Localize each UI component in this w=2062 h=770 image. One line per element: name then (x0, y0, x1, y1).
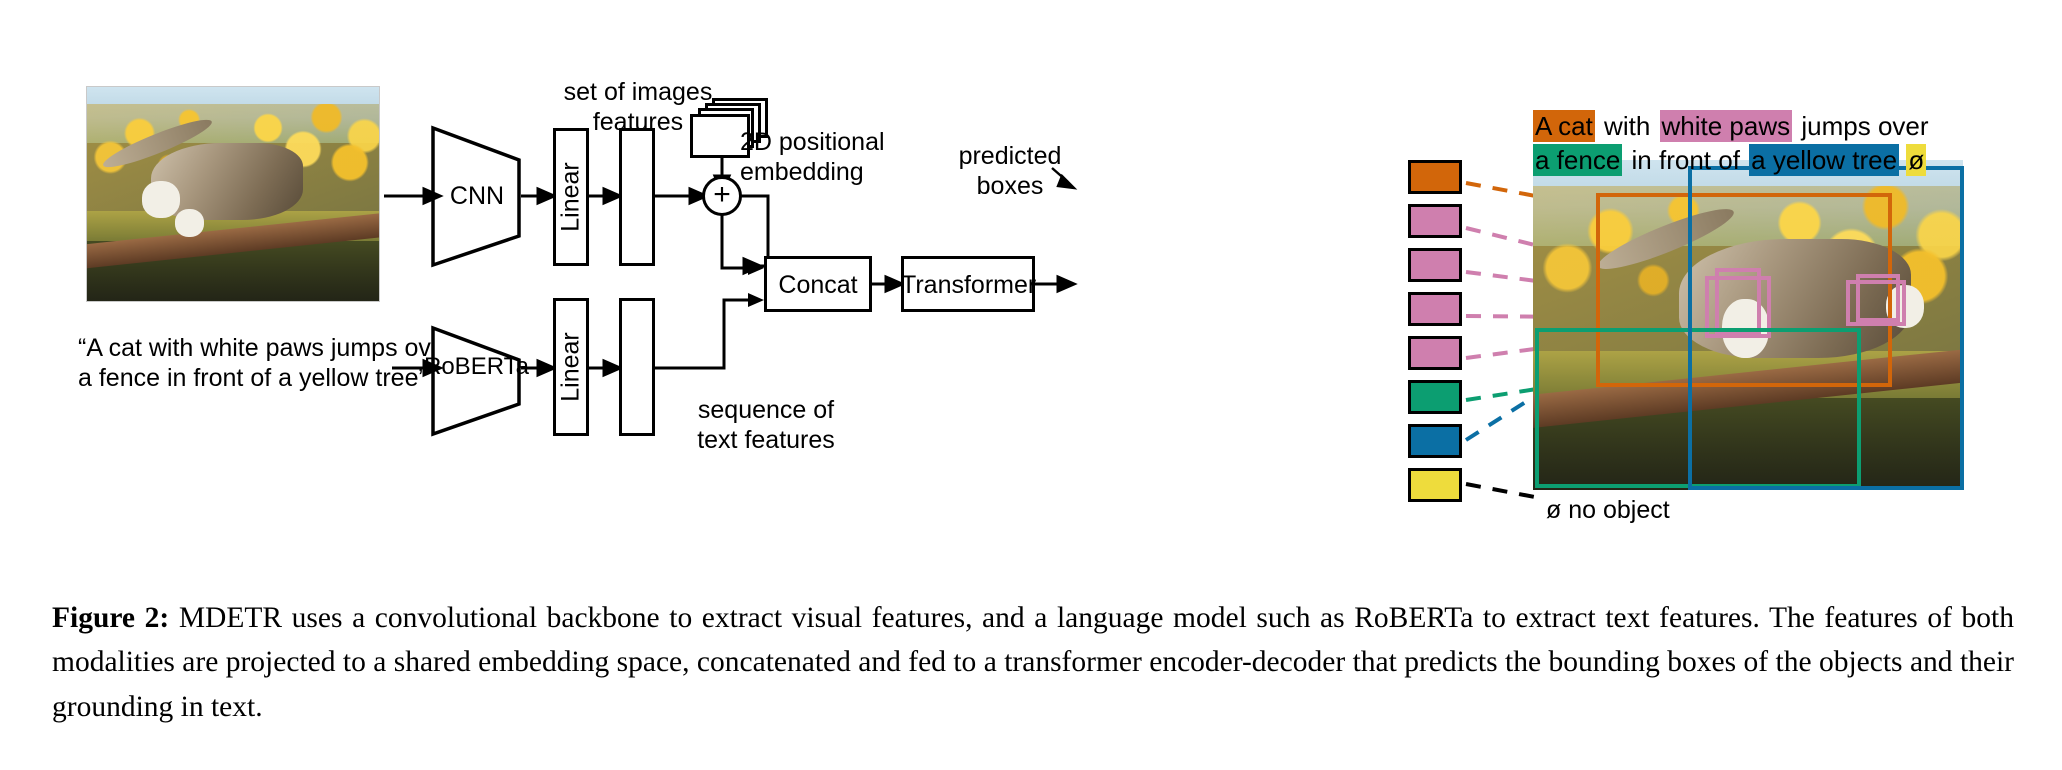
arrow-image-features-to-sum (653, 186, 710, 206)
predicted-box-swatch[interactable] (1408, 468, 1462, 502)
roberta-label: RoBERTa (424, 353, 529, 380)
arrow-linear-to-text-features (588, 358, 624, 378)
arrow-text-features-to-concat (653, 298, 752, 370)
input-text-value: “A cat with white paws jumps over a fenc… (78, 334, 454, 392)
predicted-box-swatch[interactable] (1408, 248, 1462, 282)
linear-image-label: Linear (556, 162, 585, 232)
arrow-concat-to-transformer (872, 274, 906, 294)
concat-label: Concat (778, 271, 858, 299)
plus-icon: + (713, 178, 731, 211)
sum-node: + (702, 176, 742, 216)
predicted-box-swatch[interactable] (1408, 292, 1462, 326)
grounded-span-in-front-of: in front of (1624, 144, 1748, 175)
arrow-text-features-to-concat-head (748, 293, 764, 307)
grounded-caption-line-1: A cat with white paws jumps over (1533, 110, 2062, 144)
cnn-label: CNN (449, 182, 505, 210)
predicted-box-swatch[interactable] (1408, 380, 1462, 414)
input-text-caption: “A cat with white paws jumps over a fenc… (78, 334, 453, 393)
grounded-span-no-object: ø (1906, 143, 1927, 176)
predicted-box-swatch[interactable] (1408, 204, 1462, 238)
arrow-transformer-to-predicted-boxes (1035, 274, 1078, 294)
grounded-caption: A cat with white paws jumps over a fence… (1533, 110, 2062, 178)
arrow-cnn-to-linear (521, 186, 558, 206)
photo-cat-paw (142, 181, 181, 218)
no-object-label: ø no object (1546, 496, 1670, 524)
sequence-of-text-features-label: sequence of text features (697, 396, 835, 454)
grounded-span-a-yellow-tree: a yellow tree (1749, 143, 1900, 176)
text-features-bar (619, 298, 655, 436)
predicted-box-swatch[interactable] (1408, 424, 1462, 458)
transformer-label: Transformer (901, 271, 1037, 299)
image-features-bar (619, 128, 655, 266)
arrow-image-path-to-concat-head (748, 261, 764, 275)
output-image-photo (1533, 160, 1963, 490)
grounded-caption-line-2: a fence in front of a yellow tree ø (1533, 143, 2062, 178)
predicted-boxes-label: predicted boxes (958, 142, 1062, 200)
connector-no-object (1465, 482, 1541, 500)
input-image-photo (86, 86, 380, 302)
predicted-boxes-swatch-column (1408, 160, 1472, 502)
figure-caption-text: MDETR uses a convolutional backbone to e… (52, 602, 2015, 723)
grounded-span-a-cat: A cat (1533, 110, 1595, 142)
photo-cat-paw (1885, 285, 1925, 329)
photo-cat-paw (174, 208, 204, 237)
grounded-span-white-paws: white paws (1659, 110, 1793, 142)
arrow-image-to-cnn (384, 186, 444, 206)
grounded-span-jumps-over: jumps over (1794, 111, 1929, 141)
predicted-box-swatch[interactable] (1408, 336, 1462, 370)
arrow-image-path-to-concat (720, 212, 752, 270)
photo-cat-paw (1722, 298, 1770, 358)
grounded-span-with: with (1596, 111, 1658, 141)
grounded-span-a-fence: a fence (1533, 143, 1623, 176)
predicted-box-swatch[interactable] (1408, 160, 1462, 194)
figure-number: Figure 2: (52, 602, 170, 634)
figure-2-mdetr-architecture: “A cat with white paws jumps over a fenc… (0, 0, 2062, 770)
linear-text-label: Linear (556, 332, 585, 402)
photo-cat-body (1679, 239, 1912, 358)
figure-caption: Figure 2: MDETR uses a convolutional bac… (52, 596, 2014, 729)
arrow-linear-to-image-features (588, 186, 624, 206)
